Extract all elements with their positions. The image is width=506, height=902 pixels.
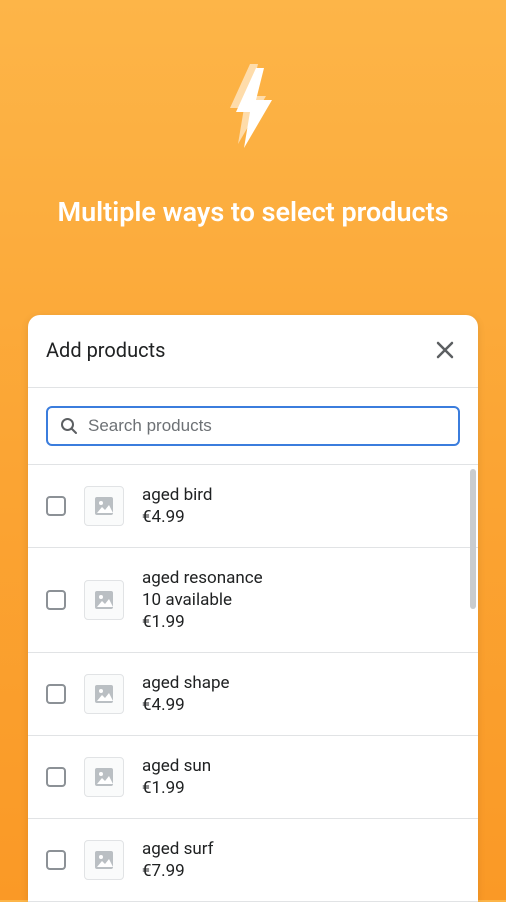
product-name: aged shape [142,673,230,693]
product-checkbox[interactable] [46,496,66,516]
product-thumbnail [84,840,124,880]
product-price: €1.99 [142,612,263,632]
product-info: aged resonance10 available€1.99 [142,568,263,632]
product-checkbox[interactable] [46,767,66,787]
product-thumbnail [84,674,124,714]
product-checkbox[interactable] [46,684,66,704]
modal-title: Add products [46,338,165,362]
image-placeholder-icon [93,849,115,871]
product-info: aged sun€1.99 [142,756,211,798]
product-checkbox[interactable] [46,590,66,610]
product-name: aged resonance [142,568,263,588]
image-placeholder-icon [93,495,115,517]
modal-header: Add products [28,315,478,387]
product-row[interactable]: aged bird€4.99 [28,465,478,548]
search-section [28,388,478,464]
product-info: aged surf€7.99 [142,839,214,881]
close-button[interactable] [430,335,460,365]
product-price: €4.99 [142,507,212,527]
product-price: €7.99 [142,861,214,881]
product-thumbnail [84,757,124,797]
search-input[interactable] [88,416,446,436]
product-list: aged bird€4.99aged resonance10 available… [28,464,478,902]
header-section: Multiple ways to select products [0,0,506,230]
image-placeholder-icon [93,766,115,788]
scrollbar[interactable] [470,469,476,609]
product-name: aged bird [142,485,212,505]
search-box[interactable] [46,406,460,446]
hero-title: Multiple ways to select products [0,194,506,230]
product-row[interactable]: aged shape€4.99 [28,653,478,736]
product-thumbnail [84,580,124,620]
lightning-icon [218,60,288,154]
product-name: aged surf [142,839,214,859]
product-row[interactable]: aged sun€1.99 [28,736,478,819]
product-name: aged sun [142,756,211,776]
product-row[interactable]: aged surf€7.99 [28,819,478,902]
image-placeholder-icon [93,589,115,611]
product-checkbox[interactable] [46,850,66,870]
product-thumbnail [84,486,124,526]
image-placeholder-icon [93,683,115,705]
product-row[interactable]: aged resonance10 available€1.99 [28,548,478,653]
product-availability: 10 available [142,590,263,610]
close-icon [434,339,456,361]
add-products-modal: Add products aged bird€4.99aged resonanc… [28,315,478,902]
product-info: aged shape€4.99 [142,673,230,715]
product-info: aged bird€4.99 [142,485,212,527]
product-price: €1.99 [142,778,211,798]
product-price: €4.99 [142,695,230,715]
search-icon [60,417,78,435]
